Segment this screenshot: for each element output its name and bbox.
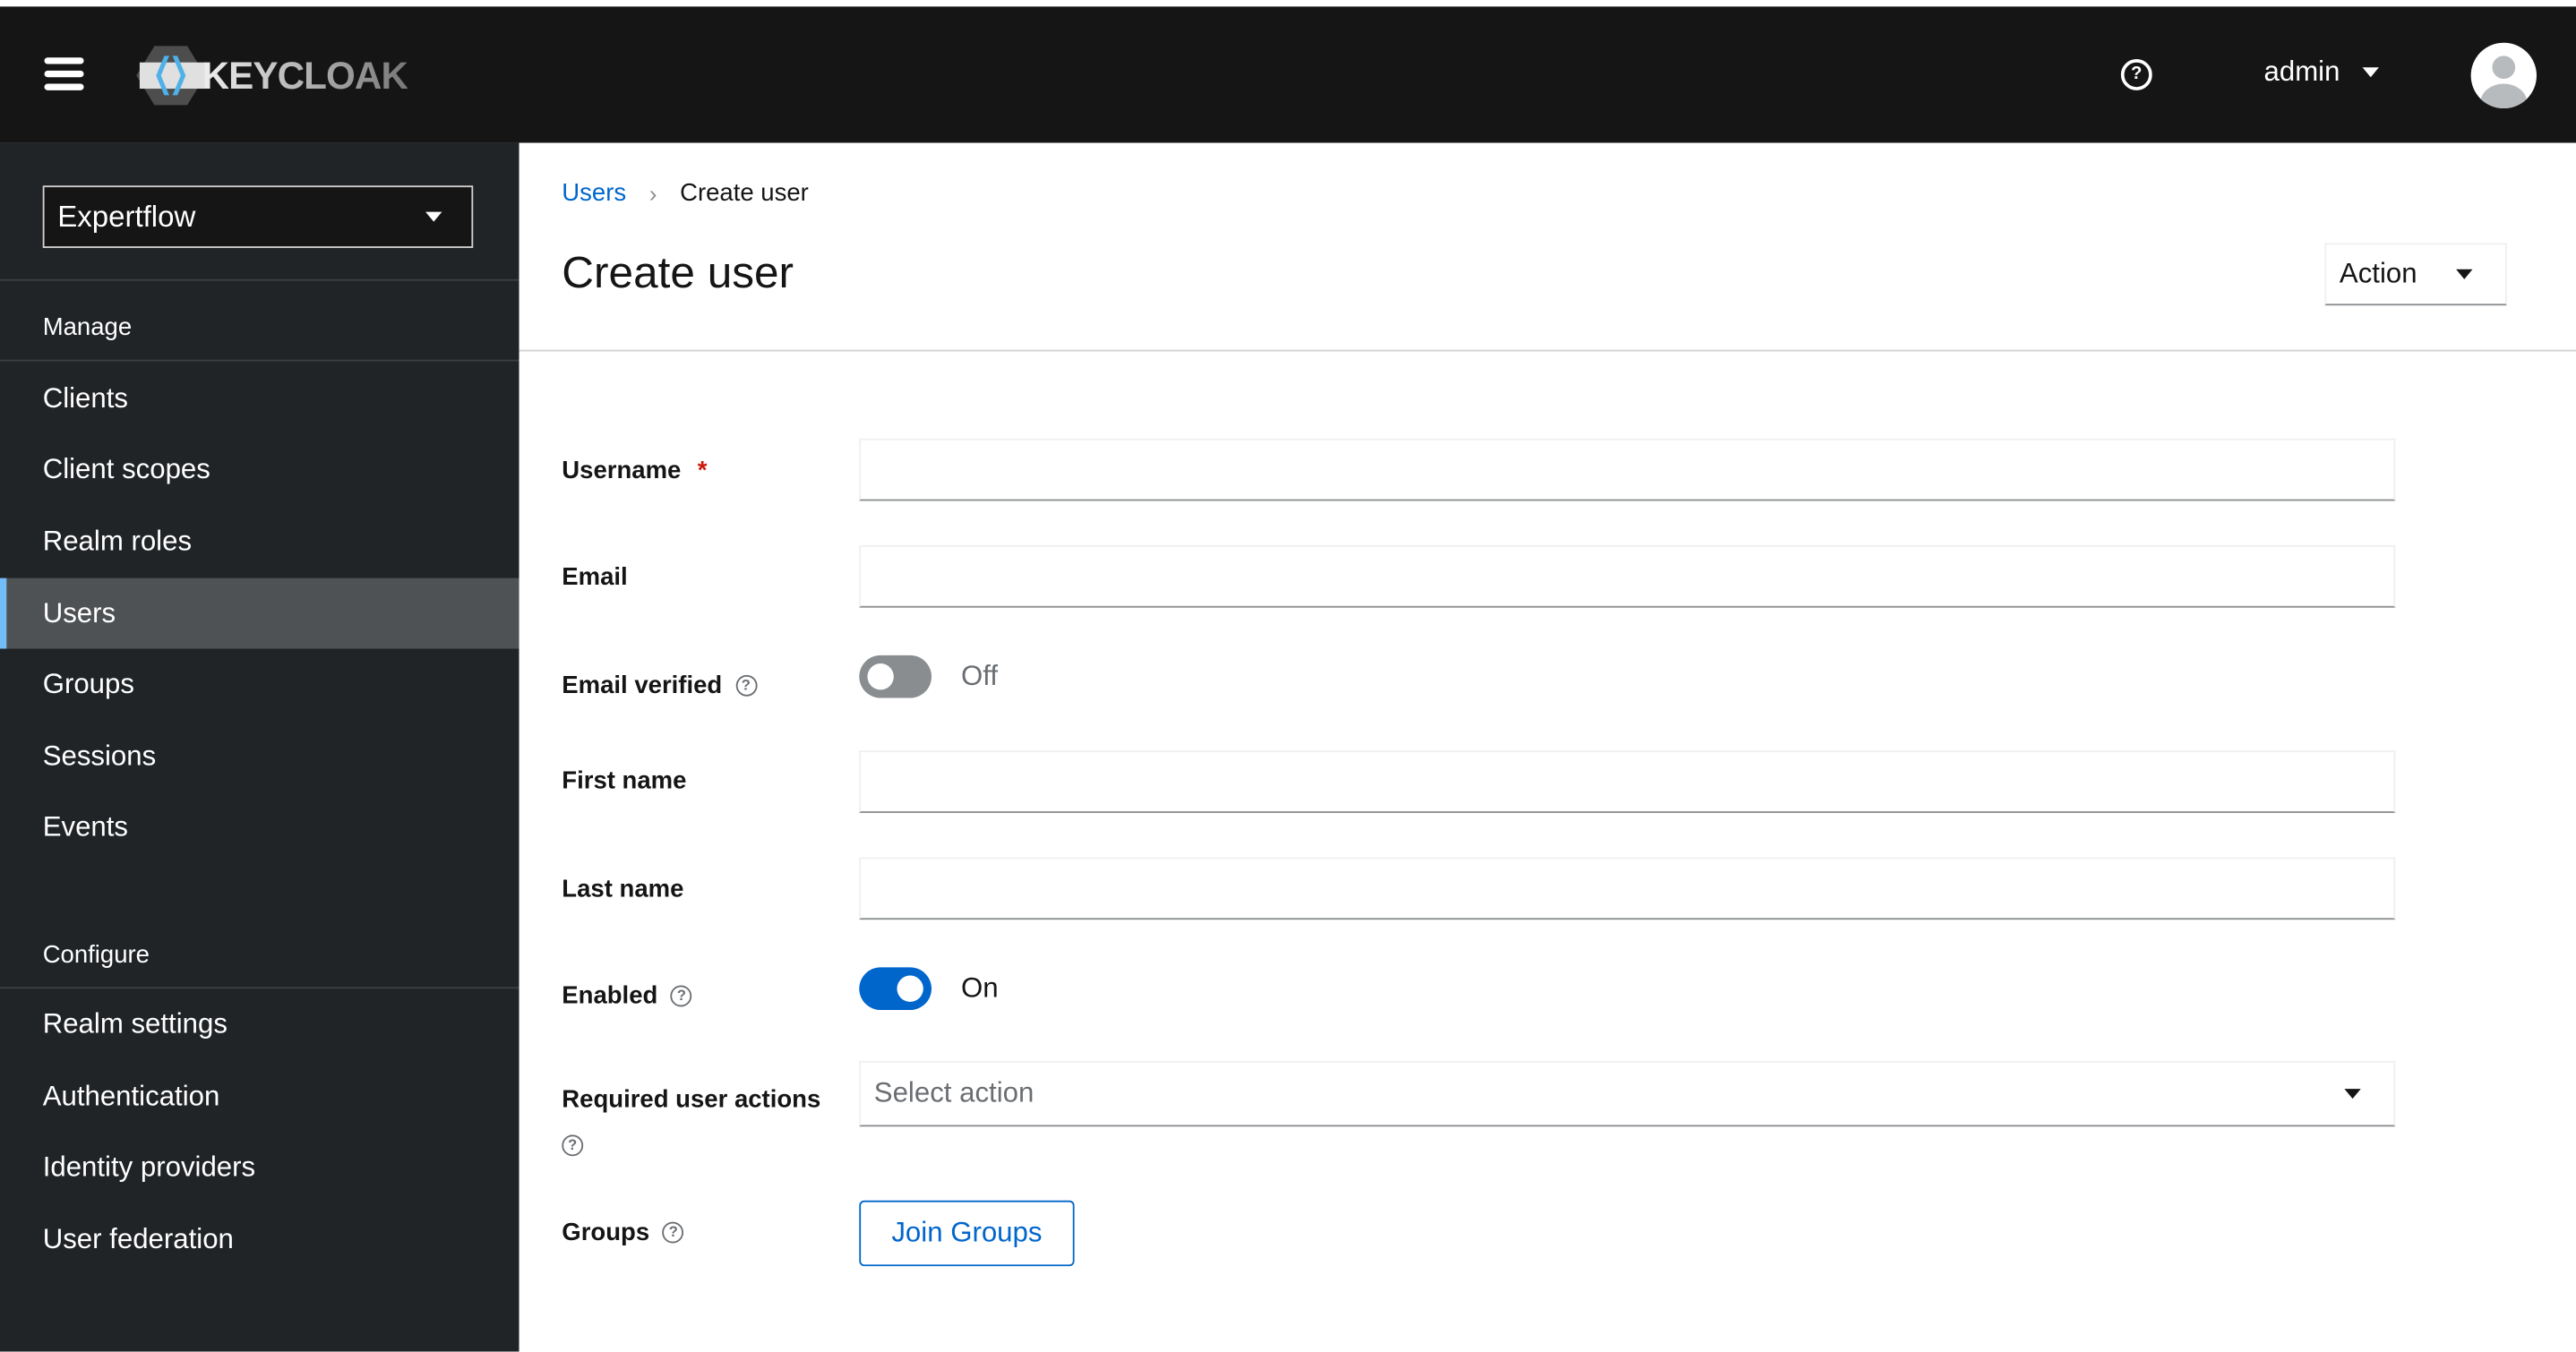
help-icon[interactable]: ?	[562, 1134, 584, 1157]
sidebar-item-events[interactable]: Events	[0, 792, 519, 862]
required-mark: *	[697, 456, 708, 485]
caret-down-icon	[2456, 269, 2473, 279]
email-verified-toggle[interactable]	[859, 655, 932, 698]
help-icon[interactable]: ?	[671, 985, 692, 1007]
section-configure: Configure	[0, 935, 519, 989]
action-label: Action	[2339, 257, 2417, 289]
sidebar-item-groups[interactable]: Groups	[0, 649, 519, 720]
username-label: admin	[2263, 56, 2340, 88]
hamburger-menu-icon[interactable]	[44, 57, 84, 93]
required-actions-label: Required user actions ?	[562, 1079, 841, 1164]
required-actions-label-text: Required user actions	[562, 1085, 821, 1114]
sidebar-item-authentication[interactable]: Authentication	[0, 1061, 519, 1132]
last-name-label: Last name	[562, 876, 683, 903]
email-verified-state: Off	[961, 660, 999, 692]
divider	[0, 278, 519, 281]
email-label-text: Email	[562, 563, 628, 592]
sidebar-item-sessions[interactable]: Sessions	[0, 721, 519, 792]
action-dropdown[interactable]: Action	[2324, 243, 2507, 306]
enabled-label-text: Enabled	[562, 981, 658, 1011]
email-label: Email	[562, 563, 627, 591]
sidebar-item-user-federation[interactable]: User federation	[0, 1203, 519, 1274]
masthead: KEYCLOAK ? admin	[0, 6, 2576, 143]
required-actions-select[interactable]: Select action	[859, 1060, 2396, 1127]
last-name-input[interactable]	[859, 857, 2396, 920]
avatar[interactable]	[2470, 42, 2537, 109]
help-icon[interactable]: ?	[734, 674, 757, 697]
first-name-label: First name	[562, 767, 686, 795]
caret-down-icon	[2363, 67, 2380, 78]
username-input[interactable]	[859, 438, 2396, 501]
page-title: Create user	[562, 247, 794, 297]
sidebar-item-realm-settings[interactable]: Realm settings	[0, 988, 519, 1059]
email-verified-label: Email verified ?	[562, 672, 757, 700]
required-actions-placeholder: Select action	[873, 1077, 1035, 1109]
logo-text: KEYCLOAK	[202, 53, 408, 97]
top-strip	[0, 0, 2576, 7]
caret-down-icon	[425, 211, 442, 222]
help-icon[interactable]: ?	[2120, 59, 2152, 90]
groups-label: Groups ?	[562, 1218, 684, 1247]
chevron-right-icon: ›	[648, 179, 657, 207]
divider	[519, 349, 2576, 352]
section-manage: Manage	[0, 307, 519, 362]
help-icon[interactable]: ?	[662, 1221, 684, 1244]
first-name-label-text: First name	[562, 766, 687, 795]
breadcrumb: Users › Create user	[562, 179, 809, 207]
sidebar-item-realm-roles[interactable]: Realm roles	[0, 506, 519, 577]
realm-selector[interactable]: Expertflow	[42, 185, 474, 248]
enabled-label: Enabled ?	[562, 982, 692, 1010]
breadcrumb-current: Create user	[680, 178, 809, 208]
first-name-input[interactable]	[859, 750, 2396, 813]
main-content: Users › Create user Create user Action U…	[519, 142, 2576, 1352]
email-input[interactable]	[859, 544, 2396, 608]
breadcrumb-users-link[interactable]: Users	[562, 179, 626, 207]
last-name-label-text: Last name	[562, 875, 684, 903]
caret-down-icon	[2344, 1089, 2361, 1100]
sidebar: Expertflow Manage Clients Client scopes …	[0, 142, 519, 1352]
username-label: Username *	[562, 457, 707, 484]
enabled-state: On	[961, 971, 999, 1004]
sidebar-item-client-scopes[interactable]: Client scopes	[0, 433, 519, 504]
realm-name: Expertflow	[57, 199, 196, 233]
username-label-text: Username	[562, 456, 682, 485]
user-dropdown[interactable]: admin	[2264, 56, 2380, 89]
sidebar-item-identity-providers[interactable]: Identity providers	[0, 1132, 519, 1202]
enabled-toggle[interactable]	[859, 967, 932, 1011]
email-verified-label-text: Email verified	[562, 672, 723, 700]
keycloak-logo[interactable]: KEYCLOAK	[136, 43, 408, 108]
groups-label-text: Groups	[562, 1218, 650, 1247]
join-groups-button[interactable]: Join Groups	[859, 1200, 1075, 1267]
keycloak-logo-icon	[136, 46, 206, 106]
sidebar-item-clients[interactable]: Clients	[0, 363, 519, 433]
sidebar-item-users[interactable]: Users	[0, 578, 519, 649]
